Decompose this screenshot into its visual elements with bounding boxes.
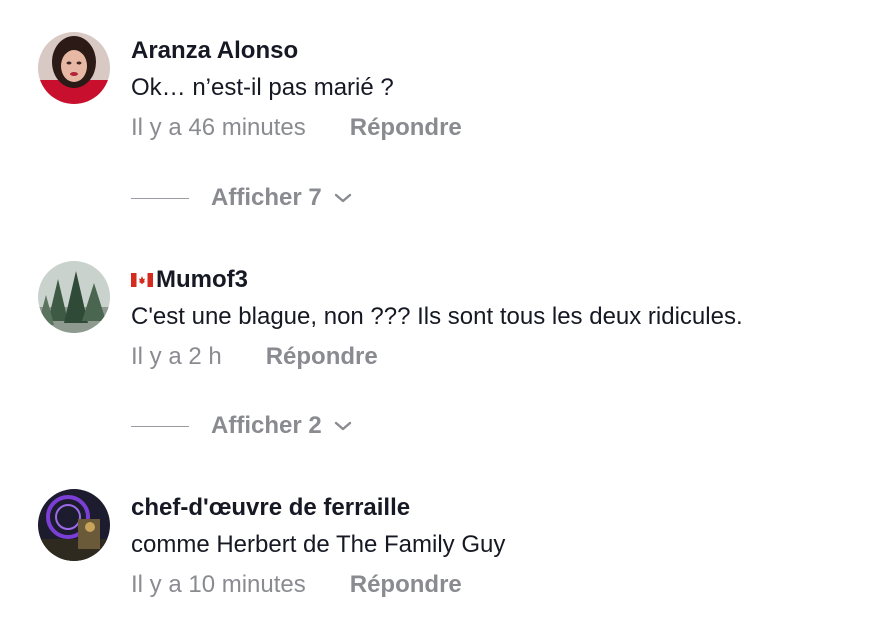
avatar-image	[38, 261, 110, 333]
view-replies-button[interactable]: Afficher 7	[211, 184, 352, 212]
timestamp: Il y a 46 minutes	[131, 114, 306, 141]
timestamp: Il y a 10 minutes	[131, 571, 306, 598]
comment-text: C'est une blague, non ??? Ils sont tous …	[131, 303, 743, 330]
username[interactable]: chef-d'œuvre de ferraille	[131, 493, 856, 523]
avatar[interactable]	[38, 489, 110, 561]
username[interactable]: Aranza Alonso	[131, 36, 856, 66]
username-label: Mumof3	[156, 266, 248, 293]
timestamp: Il y a 2 h	[131, 343, 222, 370]
reply-button[interactable]: Répondre	[350, 113, 462, 143]
view-replies-label: Afficher 2	[211, 412, 322, 439]
view-replies-row: Afficher 7	[131, 183, 352, 213]
username[interactable]: Mumof3	[131, 265, 856, 295]
chevron-down-icon	[334, 192, 352, 204]
view-replies-label: Afficher 7	[211, 184, 322, 211]
view-replies-row: Afficher 2	[131, 411, 352, 441]
avatar[interactable]	[38, 261, 110, 333]
avatar[interactable]	[38, 32, 110, 104]
avatar-image	[38, 489, 110, 561]
canada-flag-icon	[131, 273, 153, 287]
comment-text: comme Herbert de The Family Guy	[131, 531, 506, 558]
view-replies-button[interactable]: Afficher 2	[211, 412, 352, 440]
chevron-down-icon	[334, 420, 352, 432]
reply-button[interactable]: Répondre	[350, 570, 462, 600]
avatar-image	[38, 32, 110, 104]
reply-button[interactable]: Répondre	[266, 342, 378, 372]
divider-line	[131, 425, 189, 427]
comment-text: Ok… n’est-il pas marié ?	[131, 74, 394, 101]
divider-line	[131, 197, 189, 199]
